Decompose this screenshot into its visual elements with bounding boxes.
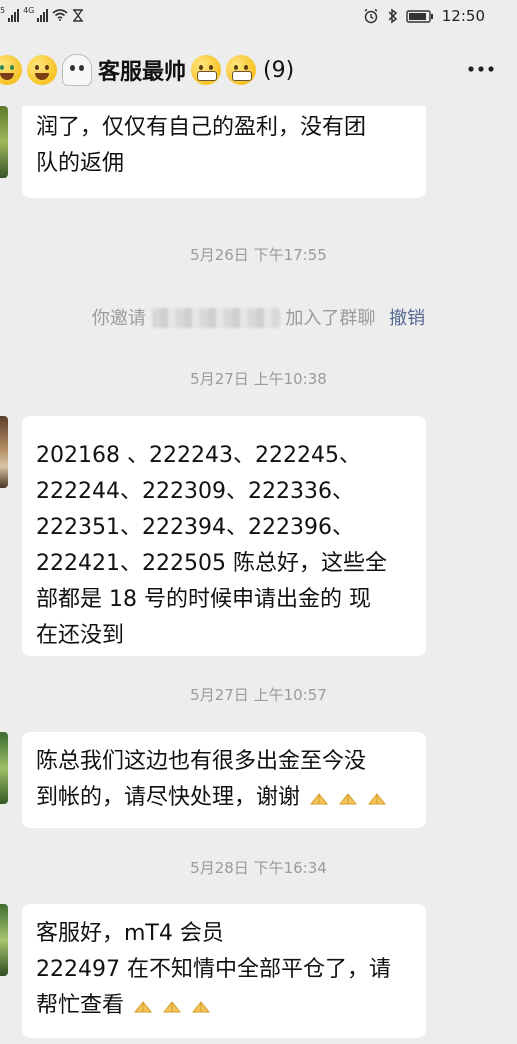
message-line: 222351、222394、222396、 bbox=[36, 515, 354, 540]
message-line: 202168 、222243、222245、 bbox=[36, 443, 361, 468]
system-message-prefix: 你邀请 bbox=[91, 308, 146, 329]
signal-icon bbox=[37, 8, 49, 22]
chat-messages[interactable]: 润了，仅仅有自己的盈利，没有团 队的返佣 5月26日 下午17:55 你邀请 加… bbox=[0, 106, 517, 1044]
folded-hands-icon bbox=[338, 793, 358, 805]
avatar[interactable] bbox=[0, 416, 8, 488]
alarm-icon bbox=[364, 8, 378, 24]
ghost-icon bbox=[62, 54, 92, 86]
battery-icon bbox=[406, 9, 433, 23]
folded-hands-icon bbox=[309, 793, 329, 805]
avatar[interactable] bbox=[0, 904, 8, 976]
system-message: 你邀请 加入了群聊 撤销 bbox=[0, 304, 517, 330]
message-line: 帮忙查看 bbox=[36, 993, 125, 1018]
message-line-with-icons: 帮忙查看 bbox=[36, 988, 412, 1024]
message-bubble[interactable]: 润了，仅仅有自己的盈利，没有团 队的返佣 bbox=[22, 106, 426, 198]
message-line-with-icons: 到帐的，请尽快处理，谢谢 bbox=[36, 780, 412, 816]
more-icon[interactable] bbox=[465, 62, 497, 76]
status-time: 12:50 bbox=[441, 7, 485, 25]
chat-title: 客服最帅 bbox=[98, 60, 187, 85]
grimacing-face-icon bbox=[191, 55, 222, 85]
hugging-face-icon bbox=[27, 55, 57, 85]
grimacing-face-icon bbox=[226, 55, 257, 85]
folded-hands-icon bbox=[162, 1001, 182, 1013]
status-bar-left: 5 4G bbox=[0, 5, 84, 22]
member-count: (9) bbox=[263, 57, 295, 83]
timestamp: 5月27日 上午10:57 bbox=[190, 686, 327, 704]
bluetooth-icon bbox=[388, 8, 397, 24]
timestamp: 5月26日 下午17:55 bbox=[190, 246, 327, 264]
blurred-username bbox=[151, 308, 280, 328]
revoke-link[interactable]: 撤销 bbox=[389, 308, 425, 329]
message-line: 222244、222309、222336、 bbox=[36, 479, 354, 504]
message-line: 陈总我们这边也有很多出金至今没 bbox=[36, 749, 367, 774]
message-line: 队的返佣 bbox=[36, 151, 125, 176]
status-bar-right: 12:50 bbox=[363, 7, 485, 25]
folded-hands-icon bbox=[133, 1001, 153, 1013]
folded-hands-icon bbox=[367, 793, 387, 805]
system-message-suffix: 加入了群聊 bbox=[285, 308, 376, 329]
timestamp: 5月28日 下午16:34 bbox=[190, 859, 327, 877]
status-bar: 5 4G 12:50 bbox=[0, 0, 517, 36]
clipped-line bbox=[36, 106, 412, 110]
folded-hands-icon bbox=[191, 1001, 211, 1013]
money-mouth-face-icon bbox=[0, 55, 22, 85]
chat-title-row[interactable]: 客服最帅 (9) bbox=[0, 54, 294, 86]
signal-icon bbox=[8, 8, 20, 22]
signal-label-2: 4G bbox=[23, 5, 35, 15]
message-bubble[interactable]: 陈总我们这边也有很多出金至今没 到帐的，请尽快处理，谢谢 bbox=[22, 732, 426, 828]
message-line: 客服好，mT4 会员 bbox=[36, 921, 224, 946]
message-line: 222497 在不知情中全部平仓了，请 bbox=[36, 957, 391, 982]
avatar[interactable] bbox=[0, 106, 8, 178]
chat-header: 客服最帅 (9) bbox=[0, 36, 517, 106]
wifi-icon bbox=[52, 9, 68, 21]
avatar[interactable] bbox=[0, 732, 8, 804]
message-bubble[interactable]: 202168 、222243、222245、 222244、222309、222… bbox=[22, 416, 426, 656]
message-line: 到帐的，请尽快处理，谢谢 bbox=[36, 785, 301, 810]
message-bubble[interactable]: 客服好，mT4 会员 222497 在不知情中全部平仓了，请 帮忙查看 bbox=[22, 904, 426, 1038]
hourglass-icon bbox=[73, 8, 84, 22]
message-line: 在还没到 bbox=[36, 623, 125, 648]
message-line: 222421、222505 陈总好，这些全 bbox=[36, 551, 387, 576]
signal-label-1: 5 bbox=[0, 5, 6, 15]
message-line: 润了，仅仅有自己的盈利，没有团 bbox=[36, 115, 367, 140]
message-line: 部都是 18 号的时候申请出金的 现 bbox=[36, 587, 371, 612]
timestamp: 5月27日 上午10:38 bbox=[190, 370, 327, 388]
